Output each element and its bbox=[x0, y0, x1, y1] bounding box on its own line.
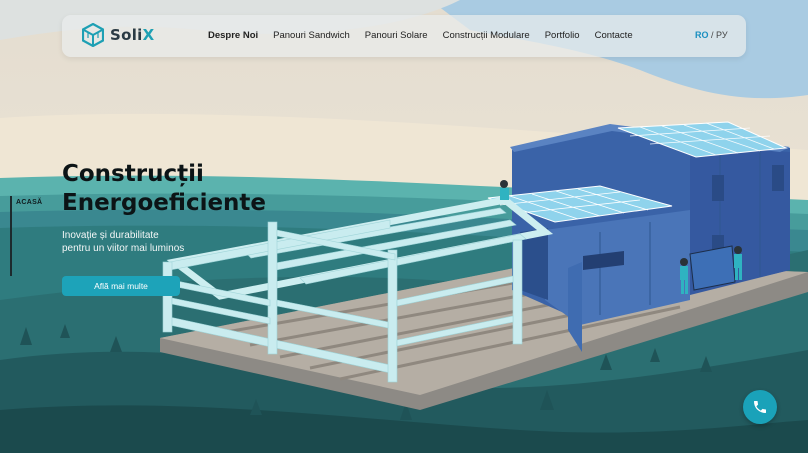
nav-item-panouri-sandwich[interactable]: Panouri Sandwich bbox=[273, 30, 350, 41]
lang-separator: / bbox=[708, 30, 717, 40]
nav-item-contacte[interactable]: Contacte bbox=[595, 30, 633, 41]
hero-title-line1: Construcții bbox=[62, 161, 204, 187]
hero-subtitle: Inovație și durabilitate pentru un viito… bbox=[62, 230, 212, 255]
hero-subtitle-line1: Inovație și durabilitate bbox=[62, 230, 159, 241]
nav-item-despre-noi[interactable]: Despre Noi bbox=[208, 30, 258, 41]
call-button[interactable] bbox=[743, 390, 777, 424]
language-switcher: RO / РУ bbox=[695, 30, 728, 40]
main-menu: Despre Noi Panouri Sandwich Panouri Sola… bbox=[208, 30, 648, 41]
phone-icon bbox=[754, 401, 766, 413]
section-indicator-label[interactable]: ACASĂ bbox=[16, 199, 42, 206]
hero-subtitle-line2: pentru un viitor mai luminos bbox=[62, 242, 185, 254]
section-indicator-bar bbox=[10, 196, 12, 276]
nav-item-panouri-solare[interactable]: Panouri Solare bbox=[365, 30, 428, 41]
nav-item-portfolio[interactable]: Portfolio bbox=[545, 30, 580, 41]
hero-title: Construcții Energoeficiente bbox=[62, 160, 266, 218]
lang-ro-link[interactable]: RO bbox=[695, 30, 709, 40]
learn-more-button[interactable]: Află mai multe bbox=[62, 276, 180, 296]
cube-logo-icon bbox=[82, 23, 104, 47]
brand-name: SoliX bbox=[110, 26, 155, 44]
top-navbar: SoliX Despre Noi Panouri Sandwich Panour… bbox=[62, 15, 746, 57]
lang-ru-link[interactable]: РУ bbox=[716, 30, 728, 40]
hero-title-line2: Energoeficiente bbox=[62, 190, 267, 216]
brand-logo[interactable]: SoliX bbox=[82, 23, 154, 47]
nav-item-constructii-modulare[interactable]: Construcții Modulare bbox=[443, 30, 530, 41]
hero-illustration bbox=[0, 0, 808, 453]
